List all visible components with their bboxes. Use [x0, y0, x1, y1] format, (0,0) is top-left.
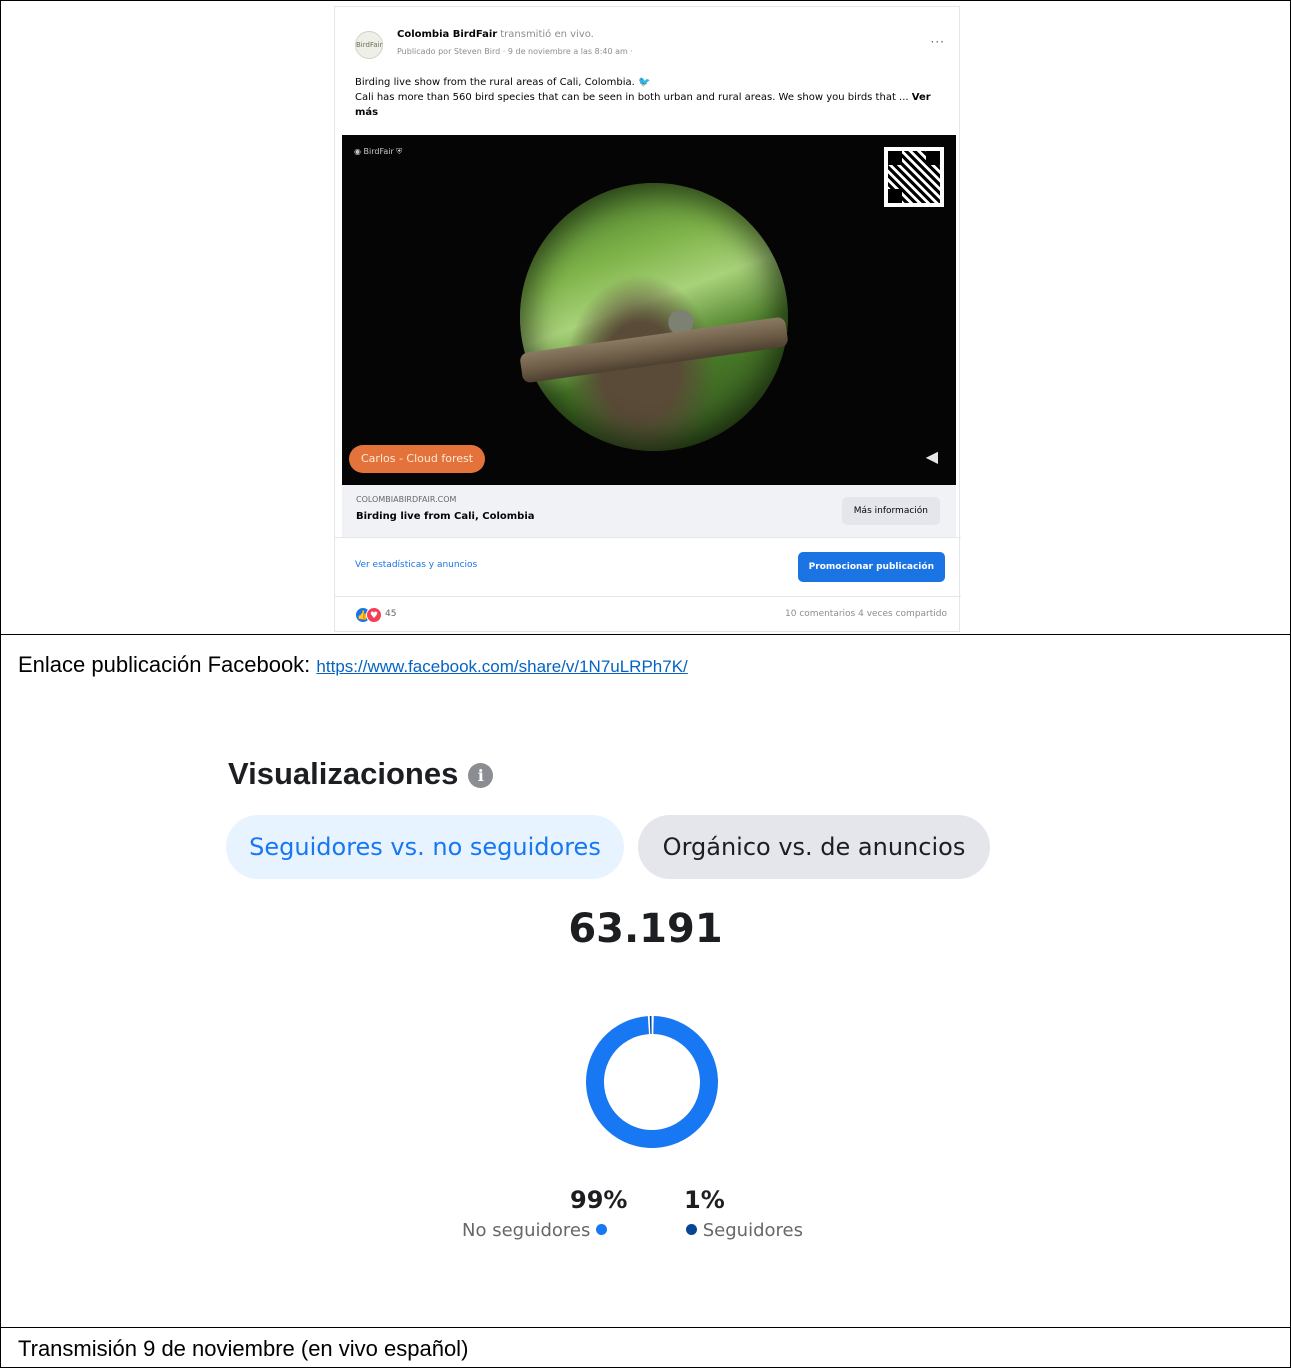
link-preview-bar[interactable]: COLOMBIABIRDFAIR.COM Birding live from C…	[342, 485, 956, 537]
reactions-icons[interactable]: 👍 ♥	[355, 607, 385, 623]
legend-followers-label: Seguidores	[702, 1220, 803, 1241]
qr-code-icon	[884, 147, 944, 207]
post-text-line2: Cali has more than 560 bird species that…	[355, 92, 909, 103]
promote-post-button[interactable]: Promocionar publicación	[797, 552, 945, 582]
followers-dot-icon	[686, 1224, 697, 1235]
more-dots-icon[interactable]: ···	[931, 35, 945, 49]
post-text: Birding live show from the rural areas o…	[355, 75, 945, 120]
facebook-post-card: BirdFair Colombia BirdFair transmitió en …	[334, 6, 961, 633]
facebook-link-label: Enlace publicación Facebook:	[18, 652, 317, 677]
views-donut-chart	[586, 1016, 718, 1148]
info-icon[interactable]: i	[468, 763, 494, 788]
page-name-text[interactable]: Colombia BirdFair	[397, 29, 497, 40]
legend-nonfollowers: No seguidores	[462, 1220, 608, 1241]
views-title: Visualizaciones i	[228, 756, 494, 792]
facebook-post-link[interactable]: https://www.facebook.com/share/v/1N7uLRP…	[316, 657, 687, 676]
tab-organic-vs-ads[interactable]: Orgánico vs. de anuncios	[638, 815, 990, 879]
table-divider-top	[0, 634, 1291, 635]
video-location-badge: Carlos - Cloud forest	[349, 445, 486, 473]
broadcast-caption: Transmisión 9 de noviembre (en vivo espa…	[18, 1336, 469, 1361]
post-header: BirdFair Colombia BirdFair transmitió en …	[355, 21, 945, 61]
live-label: transmitió en vivo.	[500, 29, 594, 40]
views-title-text: Visualizaciones	[228, 756, 459, 791]
link-title[interactable]: Birding live from Cali, Colombia	[356, 511, 535, 522]
more-info-button[interactable]: Más información	[841, 497, 940, 525]
live-video-player[interactable]: ◉ BirdFair ⛨ Carlos - Cloud forest ◀	[342, 135, 956, 485]
donut-slice-nonfollowers	[586, 1016, 718, 1148]
bird-scope-image	[519, 183, 789, 451]
bird-emoji-icon: 🐦	[637, 77, 651, 88]
facebook-link-line: Enlace publicación Facebook: https://www…	[18, 652, 688, 678]
love-icon: ♥	[366, 607, 382, 623]
nonfollowers-percent: 99%	[570, 1186, 628, 1214]
nonfollowers-dot-icon	[596, 1224, 608, 1235]
followers-percent: 1%	[684, 1186, 725, 1214]
page-avatar[interactable]: BirdFair	[355, 31, 383, 59]
post-text-line1: Birding live show from the rural areas o…	[355, 77, 635, 88]
legend-nonfollowers-label: No seguidores	[462, 1220, 591, 1241]
reaction-count[interactable]: 45	[385, 609, 396, 619]
post-meta: Publicado por Steven Bird · 9 de noviemb…	[397, 47, 633, 56]
tab-followers-vs-nonfollowers[interactable]: Seguidores vs. no seguidores	[226, 815, 624, 879]
page-name[interactable]: Colombia BirdFair transmitió en vivo.	[397, 29, 594, 40]
video-logos-icon: ◉ BirdFair ⛨	[354, 147, 403, 156]
link-domain: COLOMBIABIRDFAIR.COM	[356, 495, 457, 504]
legend-followers: Seguidores	[686, 1220, 803, 1241]
volume-icon[interactable]: ◀	[926, 447, 938, 466]
comments-shares-count[interactable]: 10 comentarios 4 veces compartido	[785, 609, 947, 619]
table-divider-bottom	[0, 1327, 1291, 1328]
post-actions-row: Ver estadísticas y anuncios Promocionar …	[335, 537, 961, 597]
reactions-row: 👍 ♥ 45 10 comentarios 4 veces compartido	[335, 597, 961, 633]
total-views: 63.191	[568, 906, 723, 952]
stats-and-ads-link[interactable]: Ver estadísticas y anuncios	[355, 560, 477, 570]
